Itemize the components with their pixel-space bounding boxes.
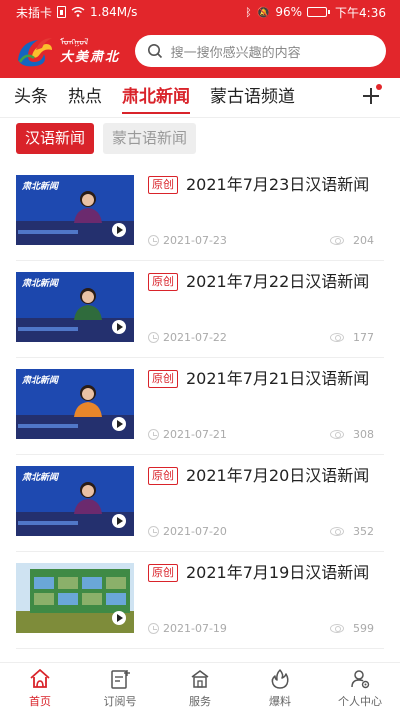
news-date: 2021-07-19: [163, 622, 227, 635]
tab-headlines[interactable]: 头条: [14, 78, 48, 118]
user-settings-icon: [351, 670, 370, 689]
news-thumbnail: 肃北新闻: [16, 369, 134, 439]
news-thumbnail: 肃北新闻: [16, 175, 134, 245]
nav-subscribe-label: 订阅号: [103, 695, 137, 708]
nav-tipoff-label: 爆料: [269, 695, 291, 708]
news-date: 2021-07-20: [163, 525, 227, 538]
play-icon: [112, 223, 126, 237]
news-item[interactable]: 原创 2021年7月19日汉语新闻 2021-07-19 599: [0, 552, 400, 649]
play-icon: [112, 320, 126, 334]
language-subtabs: 汉语新闻 蒙古语新闻: [16, 123, 197, 154]
svg-text:肃北新闻: 肃北新闻: [21, 375, 60, 385]
clock-icon: [148, 623, 159, 634]
clock-time: 下午4:36: [335, 5, 386, 20]
news-title: 2021年7月19日汉语新闻: [186, 563, 370, 582]
news-item[interactable]: 肃北新闻 原创 2021年7月20日汉语新闻 2021-07-20 352: [0, 455, 400, 552]
fire-icon: [271, 669, 289, 689]
nav-profile[interactable]: 个人中心: [320, 663, 400, 711]
nav-home-label: 首页: [29, 695, 51, 708]
news-thumbnail: 肃北新闻: [16, 272, 134, 342]
search-icon: [147, 44, 162, 59]
tab-subei-news[interactable]: 肃北新闻: [122, 78, 190, 118]
nav-service-label: 服务: [189, 695, 211, 708]
view-count: 352: [353, 525, 374, 538]
battery-icon: [307, 7, 331, 17]
app-header: 未插卡 1.84M/s ᛒ 🔕 96% 下午4:36 ᠮᠣᠩᠭᠣᠯ 大美肃北 搜…: [0, 0, 400, 78]
search-placeholder: 搜一搜你感兴趣的内容: [170, 45, 301, 61]
status-bar: 未插卡 1.84M/s ᛒ 🔕 96% 下午4:36: [0, 0, 400, 24]
subtab-mongolian-news[interactable]: 蒙古语新闻: [103, 123, 197, 154]
sim-icon: [57, 6, 67, 18]
bottom-nav: 首页 订阅号 服务 爆料 个人中心: [0, 662, 400, 711]
svg-text:肃北新闻: 肃北新闻: [21, 278, 60, 288]
clock-icon: [148, 526, 159, 537]
nav-service[interactable]: 服务: [160, 663, 240, 711]
svg-text:肃北新闻: 肃北新闻: [21, 181, 60, 191]
eye-icon: [330, 333, 344, 342]
plus-icon[interactable]: [360, 84, 382, 108]
app-logo[interactable]: ᠮᠣᠩᠭᠣᠯ 大美肃北: [14, 31, 130, 71]
logo-emblem-icon: [18, 38, 52, 67]
battery-percent: 96%: [275, 5, 303, 19]
clock-icon: [148, 429, 159, 440]
clock-icon: [148, 235, 159, 246]
tab-mongolian-channel[interactable]: 蒙古语频道: [210, 78, 295, 118]
carrier-text: 未插卡: [16, 5, 53, 20]
subscribe-icon: [111, 670, 130, 689]
play-icon: [112, 417, 126, 431]
bluetooth-icon: ᛒ: [245, 5, 252, 19]
news-item[interactable]: 肃北新闻 原创 2021年7月23日汉语新闻 2021-07-23 204: [0, 164, 400, 261]
eye-icon: [330, 430, 344, 439]
notification-dot: [376, 84, 382, 90]
view-count: 177: [353, 331, 374, 344]
service-icon: [191, 670, 209, 688]
nav-subscribe[interactable]: 订阅号: [80, 663, 160, 711]
logo-name-text: 大美肃北: [60, 49, 121, 65]
news-title: 2021年7月23日汉语新闻: [186, 175, 370, 194]
view-count: 308: [353, 428, 374, 441]
nav-profile-label: 个人中心: [338, 695, 382, 708]
eye-icon: [330, 527, 344, 536]
divider: [16, 648, 384, 649]
home-icon: [30, 669, 50, 688]
play-icon: [112, 611, 126, 625]
news-item[interactable]: 肃北新闻 原创 2021年7月21日汉语新闻 2021-07-21 308: [0, 358, 400, 455]
nav-home[interactable]: 首页: [0, 663, 80, 711]
eye-icon: [330, 236, 344, 245]
news-date: 2021-07-22: [163, 331, 227, 344]
mute-bell-icon: 🔕: [256, 5, 271, 19]
eye-icon: [330, 624, 344, 633]
view-count: 599: [353, 622, 374, 635]
news-thumbnail: 肃北新闻: [16, 466, 134, 536]
play-icon: [112, 514, 126, 528]
news-title: 2021年7月22日汉语新闻: [186, 272, 370, 291]
news-item[interactable]: 肃北新闻 原创 2021年7月22日汉语新闻 2021-07-22 177: [0, 261, 400, 358]
tab-hot[interactable]: 热点: [68, 78, 102, 118]
news-title: 2021年7月21日汉语新闻: [186, 369, 370, 388]
channel-tabs: 头条 热点 肃北新闻 蒙古语频道: [0, 78, 400, 118]
news-date: 2021-07-23: [163, 234, 227, 247]
subtab-chinese-news[interactable]: 汉语新闻: [16, 123, 95, 154]
clock-icon: [148, 332, 159, 343]
logo-mongolian-text: ᠮᠣᠩᠭᠣᠯ: [60, 37, 89, 48]
wifi-icon: [71, 7, 85, 17]
search-input[interactable]: 搜一搜你感兴趣的内容: [134, 35, 386, 67]
svg-text:肃北新闻: 肃北新闻: [21, 472, 60, 482]
news-title: 2021年7月20日汉语新闻: [186, 466, 370, 485]
news-thumbnail: [16, 563, 134, 633]
news-date: 2021-07-21: [163, 428, 227, 441]
view-count: 204: [353, 234, 374, 247]
nav-tipoff[interactable]: 爆料: [240, 663, 320, 711]
network-speed: 1.84M/s: [90, 5, 138, 19]
